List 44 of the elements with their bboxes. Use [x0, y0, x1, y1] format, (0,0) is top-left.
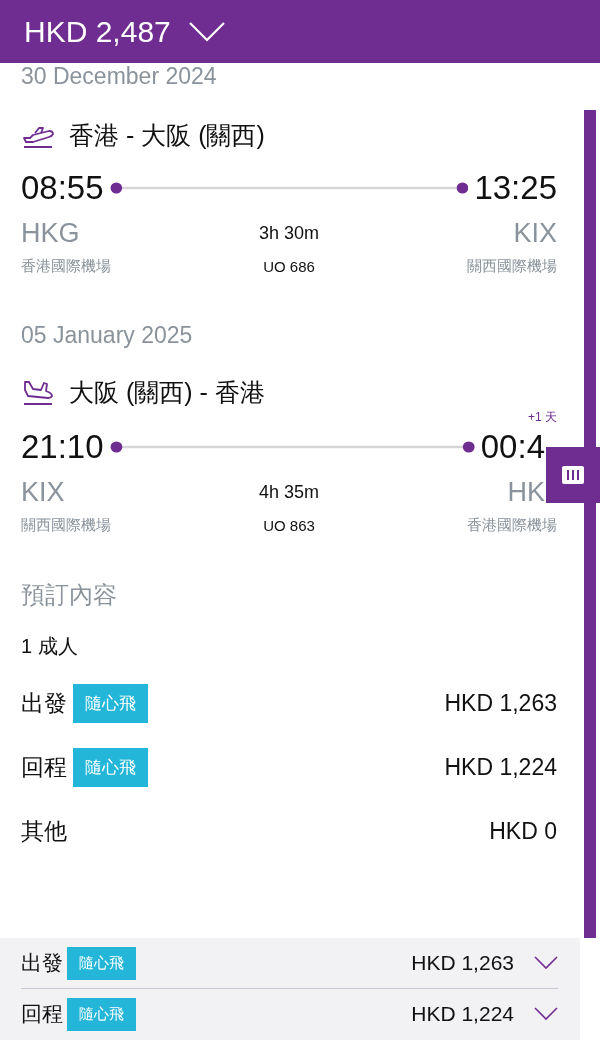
side-tab[interactable]	[546, 447, 600, 503]
fare-label: 回程	[21, 1001, 63, 1027]
fare-label: 出發	[21, 688, 67, 718]
plane-landing-icon	[21, 379, 55, 406]
route-title: 大阪 (關西) - 香港	[69, 377, 265, 408]
fare-tag: 隨心飛	[73, 683, 148, 723]
arrival-time: 00:4	[480, 427, 545, 467]
flight-duration: 4h 35m	[258, 482, 319, 503]
section-heading: 預訂內容	[21, 580, 118, 610]
flight-number: UO 863	[263, 517, 315, 534]
flight-date: 30 December 2024	[21, 63, 218, 89]
route-title: 香港 - 大阪 (關西)	[69, 120, 265, 151]
fare-price: HKD 1,263	[411, 951, 514, 975]
total-price: HKD 2,487	[24, 14, 171, 49]
fare-label: 回程	[21, 752, 67, 782]
departure-time: 08:55	[21, 168, 104, 208]
fare-price: HKD 1,224	[444, 753, 557, 781]
flight-date: 05 January 2025	[21, 322, 194, 348]
origin-code: HKG	[21, 218, 81, 249]
scroll-bar[interactable]	[584, 110, 596, 938]
arrival-time: 13:25	[474, 168, 557, 208]
chevron-icon[interactable]	[534, 1007, 558, 1021]
fare-tag: 隨心飛	[67, 946, 136, 980]
destination-code: HK	[506, 477, 545, 508]
origin-airport: 關西國際機場	[21, 516, 112, 535]
origin-airport: 香港國際機場	[21, 257, 112, 276]
flight-duration: 3h 30m	[258, 223, 319, 244]
flight-number: UO 686	[263, 258, 315, 275]
destination-airport: 關西國際機場	[466, 257, 557, 276]
fare-label: 其他	[21, 816, 67, 846]
chevron-icon[interactable]	[534, 956, 558, 970]
fare-label: 出發	[21, 950, 63, 976]
fare-price: HKD 1,224	[411, 1002, 514, 1026]
fare-price: HKD 1,263	[444, 689, 557, 717]
destination-airport: 香港國際機場	[466, 516, 557, 535]
fare-price: HKD 0	[489, 817, 557, 845]
destination-code: KIX	[512, 218, 557, 249]
origin-code: KIX	[21, 477, 66, 508]
fare-tag: 隨心飛	[67, 997, 136, 1031]
passenger-count: 1 成人	[21, 634, 79, 659]
fare-tag: 隨心飛	[73, 747, 148, 787]
columns-icon	[562, 466, 584, 484]
day-offset: +1 天	[528, 409, 557, 425]
departure-time: 21:10	[21, 427, 104, 467]
